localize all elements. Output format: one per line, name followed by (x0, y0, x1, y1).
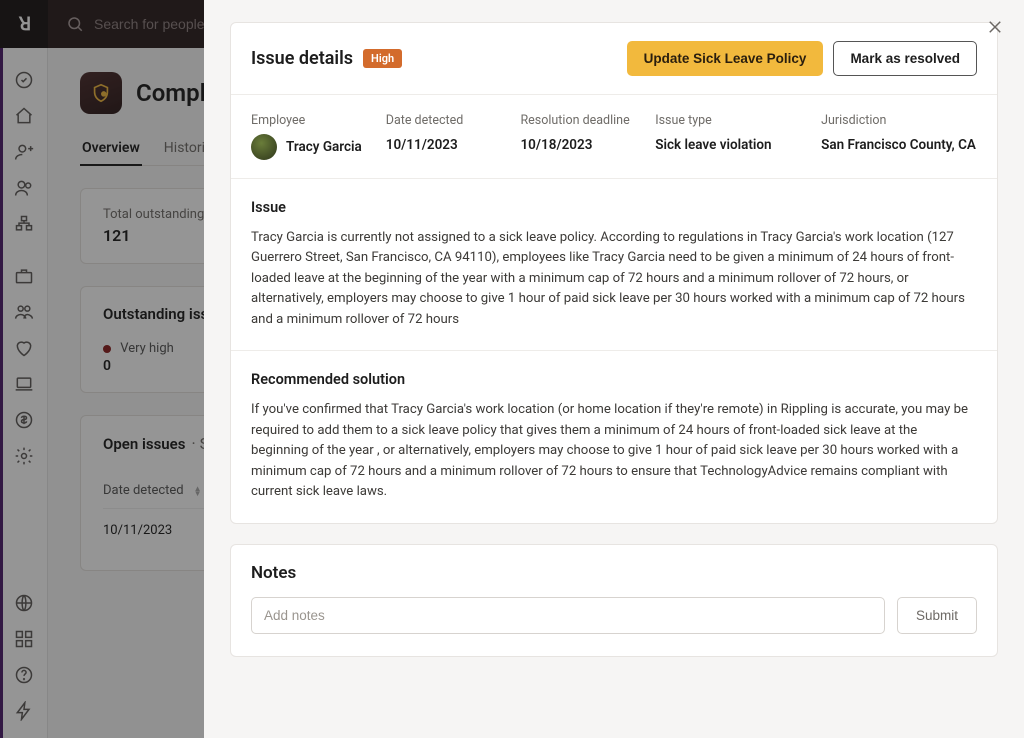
solution-section: Recommended solution If you've confirmed… (231, 351, 997, 522)
meta-employee: Employee Tracy Garcia (251, 113, 376, 160)
meta-type: Issue type Sick leave violation (655, 113, 811, 160)
employee-avatar[interactable] (251, 134, 277, 160)
solution-heading: Recommended solution (251, 371, 977, 388)
meta-deadline-value: 10/18/2023 (520, 137, 592, 153)
close-button[interactable] (982, 14, 1008, 40)
issue-section: Issue Tracy Garcia is currently not assi… (231, 179, 997, 351)
close-icon (986, 18, 1004, 36)
issue-meta-row: Employee Tracy Garcia Date detected 10/1… (231, 95, 997, 179)
meta-jurisdiction-value: San Francisco County, CA (821, 137, 976, 153)
notes-heading: Notes (251, 563, 977, 583)
severity-badge: High (363, 49, 402, 68)
employee-name[interactable]: Tracy Garcia (286, 139, 362, 155)
solution-body: If you've confirmed that Tracy Garcia's … (251, 400, 977, 502)
notes-input[interactable] (251, 597, 885, 634)
issue-details-header: Issue details High Update Sick Leave Pol… (231, 23, 997, 95)
issue-body: Tracy Garcia is currently not assigned t… (251, 228, 977, 330)
meta-jurisdiction: Jurisdiction San Francisco County, CA (821, 113, 977, 160)
issue-heading: Issue (251, 199, 977, 216)
notes-submit-button[interactable]: Submit (897, 597, 977, 634)
meta-detected: Date detected 10/11/2023 (386, 113, 511, 160)
mark-resolved-button[interactable]: Mark as resolved (833, 41, 977, 76)
meta-detected-label: Date detected (386, 113, 511, 128)
issue-details-title: Issue details (251, 48, 353, 69)
meta-type-label: Issue type (655, 113, 811, 128)
meta-type-value: Sick leave violation (655, 137, 771, 153)
update-policy-button[interactable]: Update Sick Leave Policy (627, 41, 824, 76)
meta-detected-value: 10/11/2023 (386, 137, 458, 153)
meta-employee-label: Employee (251, 113, 376, 128)
meta-deadline-label: Resolution deadline (520, 113, 645, 128)
issue-details-card: Issue details High Update Sick Leave Pol… (230, 22, 998, 524)
meta-deadline: Resolution deadline 10/18/2023 (520, 113, 645, 160)
notes-card: Notes Submit (230, 544, 998, 657)
issue-details-panel: Issue details High Update Sick Leave Pol… (204, 0, 1024, 738)
meta-jurisdiction-label: Jurisdiction (821, 113, 977, 128)
